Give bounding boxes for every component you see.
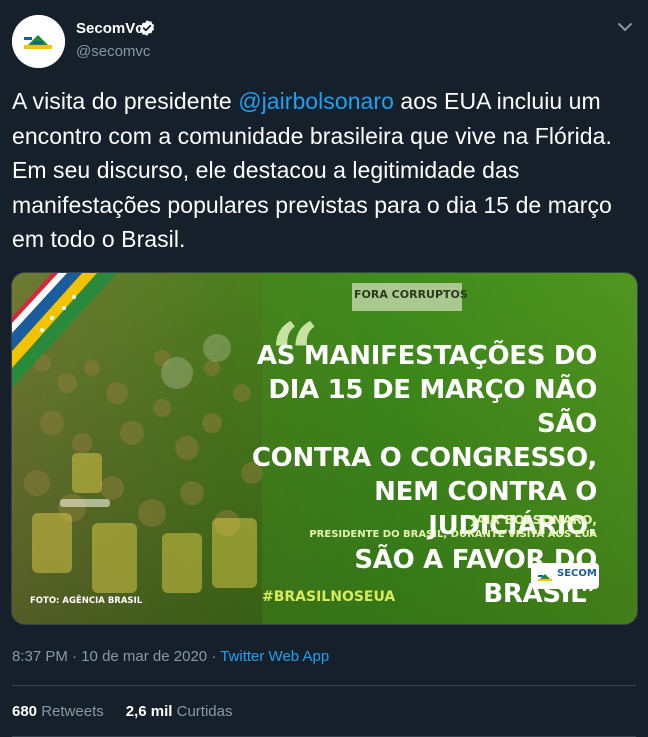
avatar[interactable] <box>12 15 65 68</box>
display-name[interactable]: SecomVc <box>76 20 144 37</box>
secom-badge-label: SECOM <box>557 568 597 579</box>
tweet-source-link[interactable]: Twitter Web App <box>220 648 329 665</box>
tweet-card: SecomVc @secomvc A visita do presidente … <box>0 0 648 737</box>
quote-line: CONTRA O CONGRESSO, <box>251 443 597 473</box>
quote-author-role: PRESIDENTE DO BRASIL, DURANTE VISITA AOS… <box>309 529 597 540</box>
likes-label[interactable]: Curtidas <box>177 703 233 720</box>
photo-credit: FOTO: AGÊNCIA BRASIL <box>30 596 143 606</box>
tweet-date[interactable]: 10 de mar de 2020 <box>81 648 207 665</box>
hashtag-text: #BRASILNOSEUA <box>262 589 396 605</box>
meta-separator: · <box>207 648 221 665</box>
tweet-timestamp: 8:37 PM · 10 de mar de 2020 · Twitter We… <box>12 648 329 665</box>
handle[interactable]: @secomvc <box>76 43 150 60</box>
likes-count[interactable]: 2,6 mil <box>126 703 173 720</box>
quote-line: AS MANIFESTAÇÕES DO <box>256 341 597 371</box>
protest-sign-text: FORA CORRUPTOS <box>354 288 468 301</box>
secom-badge: SECOM <box>531 563 599 597</box>
retweets-count[interactable]: 680 <box>12 703 37 720</box>
mention-link[interactable]: @jairbolsonaro <box>238 88 394 114</box>
divider <box>12 685 636 686</box>
tweet-text: A visita do presidente @jairbolsonaro ao… <box>12 84 636 257</box>
tweet-time[interactable]: 8:37 PM <box>12 648 68 665</box>
verified-badge-icon <box>139 20 155 36</box>
tweet-stats: 680 Retweets 2,6 mil Curtidas <box>12 703 232 720</box>
meta-separator: · <box>67 648 82 665</box>
chevron-down-icon[interactable] <box>616 18 634 36</box>
tweet-text-before: A visita do presidente <box>12 88 239 114</box>
quote-line: DIA 15 DE MARÇO NÃO SÃO <box>268 375 597 439</box>
tweet-media-image[interactable]: “ AS MANIFESTAÇÕES DO DIA 15 DE MARÇO NÃ… <box>11 272 638 625</box>
secom-logo-icon <box>12 15 65 68</box>
quote-author: JAIR BOLSONARO, <box>471 512 597 527</box>
retweets-label[interactable]: Retweets <box>41 703 104 720</box>
